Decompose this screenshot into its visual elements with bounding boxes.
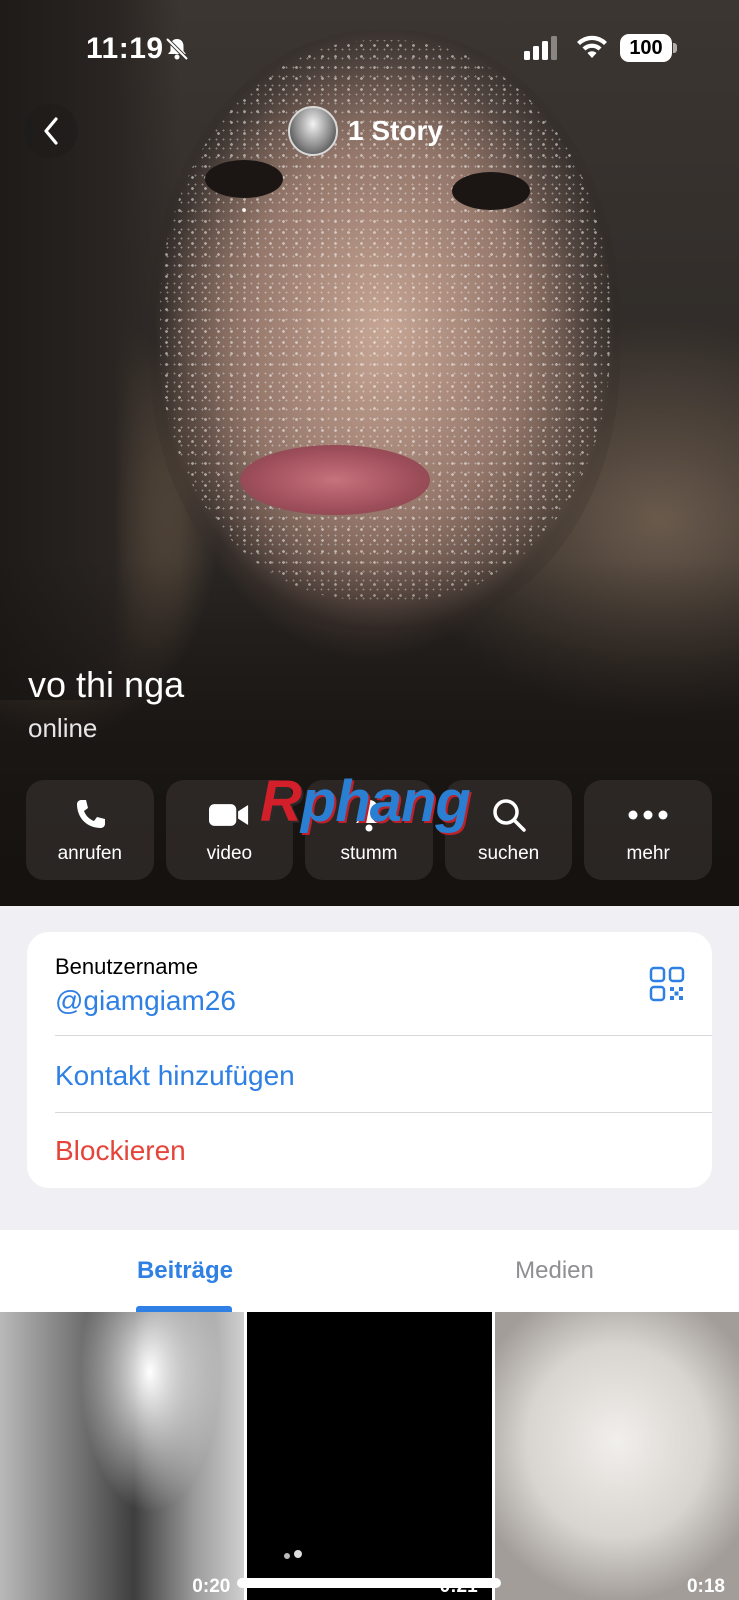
status-time: 11:19 <box>86 32 164 65</box>
photo-eye-left <box>205 160 283 198</box>
add-contact-button[interactable]: Kontakt hinzufügen <box>55 1060 295 1092</box>
bell-slash-icon <box>165 37 189 61</box>
mute-label: stumm <box>340 843 398 864</box>
block-button[interactable]: Blockieren <box>55 1135 186 1167</box>
tab-posts[interactable]: Beiträge <box>0 1230 370 1312</box>
photo-eye-right <box>452 172 530 210</box>
content-tabs: Beiträge Medien <box>0 1230 739 1312</box>
story-avatar <box>288 106 338 156</box>
username-link[interactable]: @giamgiam26 <box>55 985 236 1017</box>
media-item[interactable]: 0:21 <box>247 1312 492 1600</box>
more-label: mehr <box>626 843 670 864</box>
info-card: Benutzername @giamgiam26 Kontakt hinzufü… <box>27 932 712 1188</box>
story-label: 1 Story <box>348 115 443 146</box>
call-label: anrufen <box>57 843 123 864</box>
media-item[interactable]: 0:18 <box>494 1312 739 1600</box>
watermark-logo: Rphang <box>260 768 471 835</box>
search-label: suchen <box>477 843 540 864</box>
battery-nub <box>673 43 677 53</box>
back-button[interactable] <box>24 104 78 158</box>
media-grid: 0:20 0:21 0:18 <box>0 1312 739 1600</box>
cellular-signal-icon <box>524 36 557 60</box>
qr-code-icon[interactable] <box>649 966 685 1002</box>
phone-icon <box>70 795 110 835</box>
profile-status: online <box>28 713 98 743</box>
watermark-first-letter: R <box>260 769 302 834</box>
video-thumbnail-mark <box>281 1548 307 1562</box>
username-label: Benutzername <box>55 954 199 979</box>
battery-icon: 100 <box>620 34 672 62</box>
watermark-rest: phang <box>300 769 471 834</box>
tab-media[interactable]: Medien <box>370 1230 739 1312</box>
profile-name: vo thi nga <box>28 664 185 705</box>
chevron-left-icon <box>44 117 58 145</box>
call-button[interactable]: anrufen <box>26 780 154 880</box>
video-duration: 0:18 <box>686 1576 725 1597</box>
search-icon <box>489 795 529 835</box>
video-camera-icon <box>209 795 249 835</box>
video-label: video <box>206 843 253 864</box>
photo-lips <box>240 445 430 515</box>
home-indicator[interactable] <box>237 1578 501 1588</box>
wifi-icon <box>577 35 607 58</box>
media-item[interactable]: 0:20 <box>0 1312 245 1600</box>
more-button[interactable]: mehr <box>584 780 712 880</box>
video-duration: 0:20 <box>192 1576 231 1597</box>
divider <box>55 1035 712 1036</box>
story-button[interactable]: 1 Story <box>288 106 443 156</box>
divider <box>55 1112 712 1113</box>
status-bar: 11:19 100 <box>0 0 739 100</box>
ellipsis-icon <box>628 795 668 835</box>
